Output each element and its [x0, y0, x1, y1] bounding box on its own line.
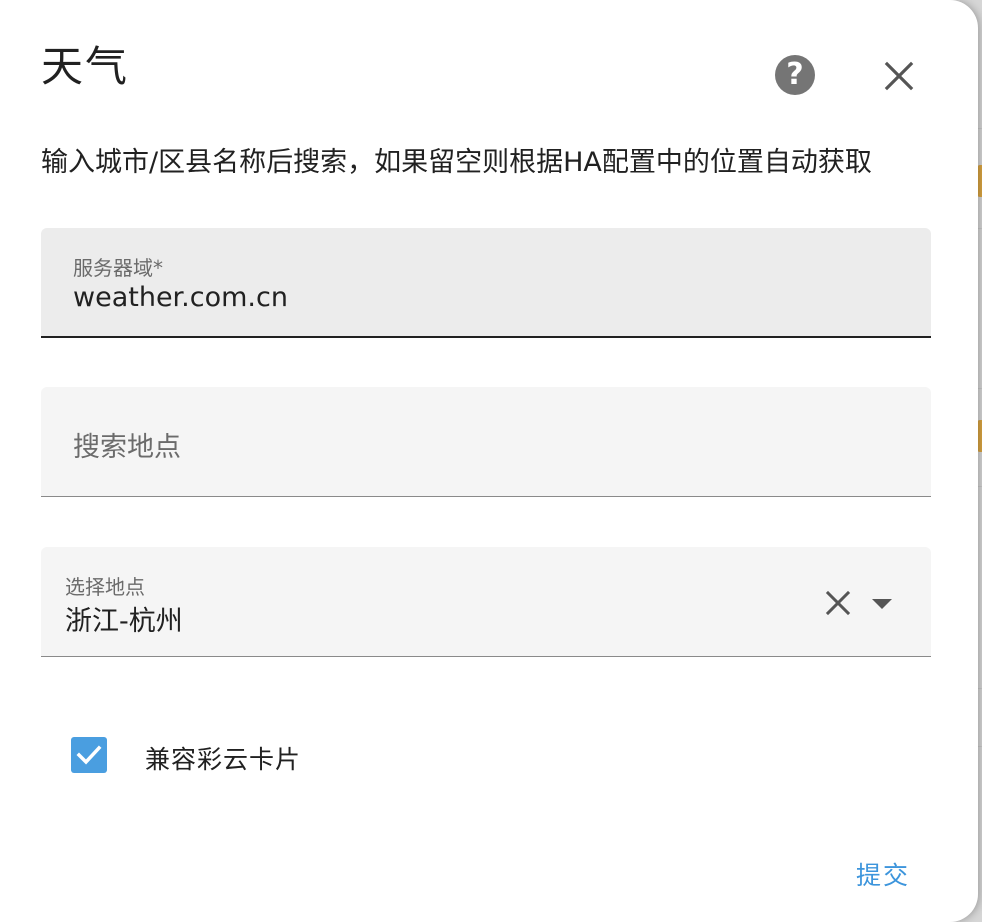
help-glyph: ? [786, 57, 804, 92]
help-icon[interactable]: ? [775, 55, 815, 95]
select-location-value: 浙江-杭州 [65, 606, 183, 637]
dropdown-toggle-button[interactable] [870, 596, 894, 610]
dialog-description: 输入城市/区县名称后搜索，如果留空则根据HA配置中的位置自动获取 [41, 147, 872, 178]
server-domain-label: 服务器域* [73, 256, 163, 280]
weather-dialog: 天气 ? 输入城市/区县名称后搜索，如果留空则根据HA配置中的位置自动获取 服务… [0, 0, 978, 922]
check-icon [76, 745, 102, 765]
compat-checkbox[interactable] [71, 737, 107, 773]
search-location-placeholder: 搜索地点 [73, 432, 181, 463]
clear-selection-button[interactable] [824, 589, 852, 617]
close-button[interactable] [879, 56, 919, 96]
select-location-label: 选择地点 [65, 575, 145, 599]
close-icon [884, 61, 914, 91]
submit-button[interactable]: 提交 [846, 850, 920, 898]
server-domain-field[interactable]: 服务器域* weather.com.cn [41, 228, 931, 338]
compat-checkbox-label: 兼容彩云卡片 [145, 745, 302, 774]
menu-down-icon [872, 599, 892, 609]
close-icon [825, 590, 851, 616]
dialog-title: 天气 [41, 42, 130, 91]
search-location-input[interactable]: 搜索地点 [41, 387, 931, 497]
select-location-field[interactable]: 选择地点 浙江-杭州 [41, 547, 931, 657]
server-domain-value: weather.com.cn [73, 282, 288, 313]
